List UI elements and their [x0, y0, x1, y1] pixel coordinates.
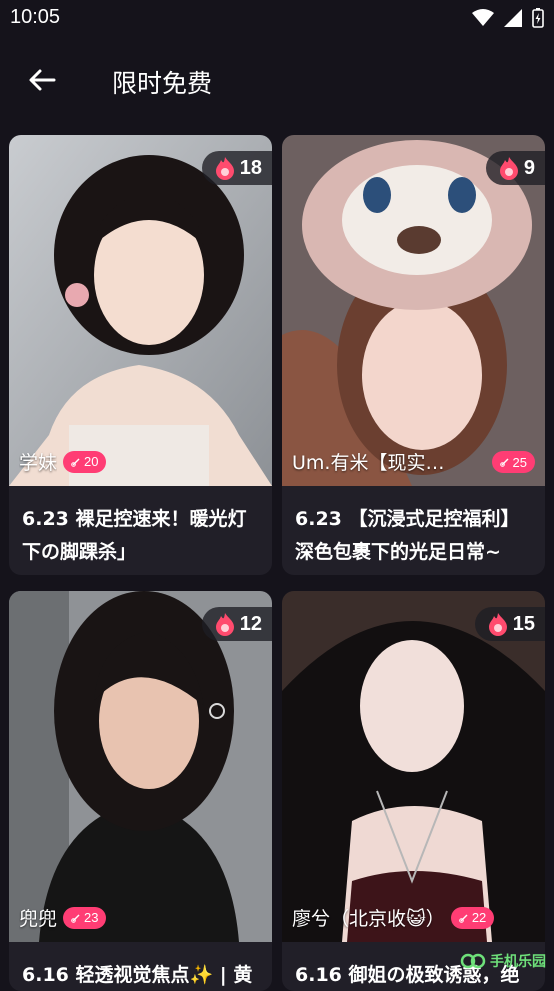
fire-count: 12 — [240, 613, 262, 636]
pill-count: 23 — [84, 910, 98, 925]
link-icon — [459, 913, 469, 923]
fire-icon — [214, 612, 236, 636]
author-name: 廖兮（北京收😺） — [292, 904, 445, 931]
pill-count: 25 — [513, 455, 527, 470]
link-count-pill: 23 — [63, 907, 106, 929]
link-icon — [71, 457, 81, 467]
fire-badge: 12 — [202, 607, 272, 641]
fire-icon — [214, 156, 236, 180]
fire-badge: 9 — [486, 151, 545, 185]
pill-count: 20 — [84, 454, 98, 469]
wifi-icon — [472, 9, 494, 27]
video-card-2[interactable]: 9 Um.有米【现实… 25 6.23 【沉浸式足控福利】深色包裹下的光足日常~ — [282, 135, 545, 575]
arrow-left-icon — [28, 68, 56, 92]
video-card-4[interactable]: 15 廖兮（北京收😺） 22 6.16 御姐の极致诱惑，绝 — [282, 591, 545, 991]
author-name: 学妹 — [19, 448, 57, 475]
watermark-text: 手机乐园 — [490, 951, 546, 971]
fire-count: 18 — [240, 157, 262, 180]
card-caption: 6.16 轻透视觉焦点✨ | 黄 — [22, 959, 262, 991]
link-count-pill: 22 — [451, 907, 494, 929]
card-thumbnail — [282, 591, 545, 942]
signal-icon — [504, 9, 522, 27]
page-title: 限时免费 — [112, 64, 212, 100]
link-count-pill: 20 — [63, 451, 106, 473]
link-icon — [500, 457, 510, 467]
fire-icon — [487, 612, 509, 636]
status-bar: 10:05 — [0, 0, 554, 38]
status-icons — [472, 8, 544, 28]
author-row: Um.有米【现实… — [292, 448, 444, 475]
fire-count: 15 — [513, 613, 535, 636]
card-thumbnail — [282, 135, 545, 486]
card-caption: 6.23 裸足控速来！暖光灯下の脚踝杀」 — [22, 503, 262, 569]
author-row: 兜兜 23 — [19, 904, 106, 931]
watermark-logo-icon — [460, 950, 486, 972]
card-thumbnail — [9, 591, 272, 942]
battery-icon — [532, 8, 544, 28]
author-row: 廖兮（北京收😺） 22 — [292, 904, 494, 931]
pill-count: 22 — [472, 910, 486, 925]
link-icon — [71, 913, 81, 923]
author-row: 学妹 20 — [19, 448, 106, 475]
video-card-3[interactable]: 12 兜兜 23 6.16 轻透视觉焦点✨ | 黄 — [9, 591, 272, 991]
fire-icon — [498, 156, 520, 180]
fire-badge: 15 — [475, 607, 545, 641]
fire-count: 9 — [524, 157, 535, 180]
status-time: 10:05 — [10, 6, 60, 29]
card-thumbnail — [9, 135, 272, 486]
card-caption: 6.23 【沉浸式足控福利】深色包裹下的光足日常~ — [295, 503, 535, 569]
app-header: 限时免费 — [0, 50, 554, 114]
link-count-pill: 25 — [492, 451, 535, 473]
fire-badge: 18 — [202, 151, 272, 185]
site-watermark: 手机乐园 — [460, 950, 546, 972]
video-card-1[interactable]: 18 学妹 20 6.23 裸足控速来！暖光灯下の脚踝杀」 — [9, 135, 272, 575]
author-name: Um.有米【现实… — [292, 448, 444, 475]
back-button[interactable] — [22, 60, 62, 100]
author-name: 兜兜 — [19, 904, 57, 931]
